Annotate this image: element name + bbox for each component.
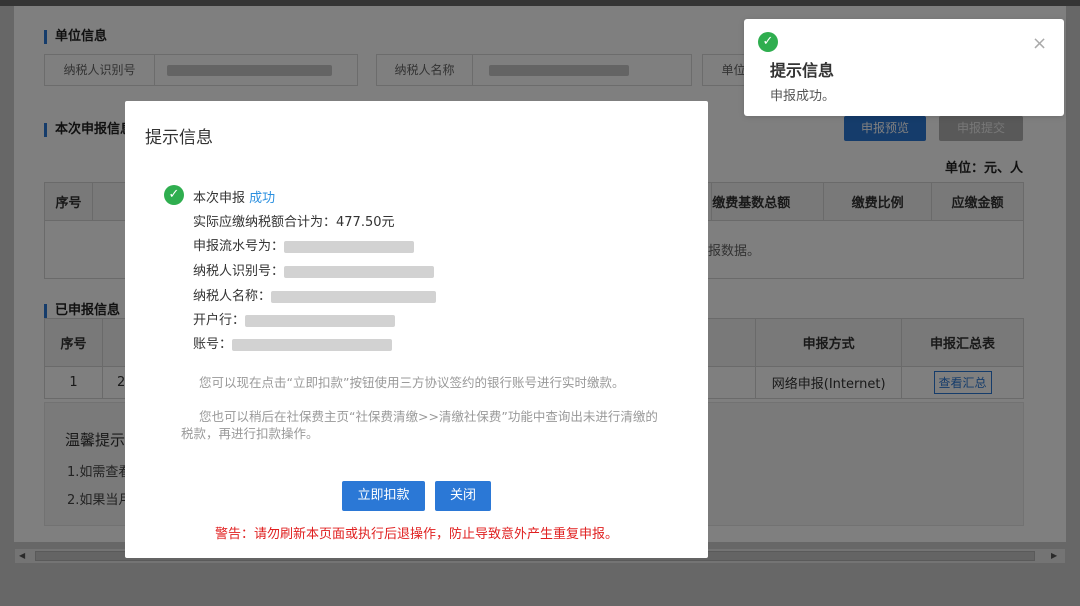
status-prefix: 本次申报 — [193, 191, 246, 206]
masked-value — [245, 314, 396, 327]
dialog-title: 提示信息 — [145, 128, 213, 148]
status-value: 成功 — [249, 191, 276, 206]
note-pay-later: 您也可以稍后在社保费主页“社保费清缴>>清缴社保费”功能中查询出未进行清缴的税款… — [181, 409, 658, 441]
masked-value — [271, 290, 437, 303]
account-label: 账号： — [193, 337, 233, 352]
close-button[interactable]: 关闭 — [435, 481, 491, 511]
taxpayer-name-label: 纳税人名称： — [193, 289, 272, 304]
taxpayer-id-line: 纳税人识别号： — [193, 260, 435, 279]
toast-title: 提示信息 — [770, 61, 835, 80]
close-icon[interactable]: × — [1032, 33, 1047, 54]
success-toast: ✓ 提示信息 申报成功。 × — [744, 19, 1064, 116]
taxpayer-name-line: 纳税人名称： — [193, 285, 437, 304]
masked-value — [284, 240, 415, 253]
status-line: 本次申报 成功 — [193, 187, 275, 206]
bank-label: 开户行： — [193, 313, 246, 328]
warning-text: 警告：请勿刷新本页面或执行后退操作，防止导致意外产生重复申报。 — [214, 527, 618, 542]
account-line: 账号： — [193, 333, 393, 352]
serial-label: 申报流水号为： — [193, 239, 285, 254]
check-icon: ✓ — [758, 32, 778, 52]
masked-value — [284, 265, 435, 278]
toast-message: 申报成功。 — [770, 89, 836, 104]
taxpayer-id-label: 纳税人识别号： — [193, 264, 285, 279]
amount-line: 实际应缴纳税额合计为：477.50元 — [193, 215, 395, 230]
pay-now-button[interactable]: 立即扣款 — [342, 481, 425, 511]
check-icon: ✓ — [164, 185, 184, 205]
serial-line: 申报流水号为： — [193, 235, 415, 254]
bank-line: 开户行： — [193, 309, 396, 328]
note-pay-now: 您可以现在点击“立即扣款”按钮使用三方协议签约的银行账号进行实时缴款。 — [199, 375, 625, 390]
result-dialog: 提示信息 ✓ 本次申报 成功 实际应缴纳税额合计为：477.50元 申报流水号为… — [125, 101, 708, 558]
masked-value — [232, 338, 393, 351]
